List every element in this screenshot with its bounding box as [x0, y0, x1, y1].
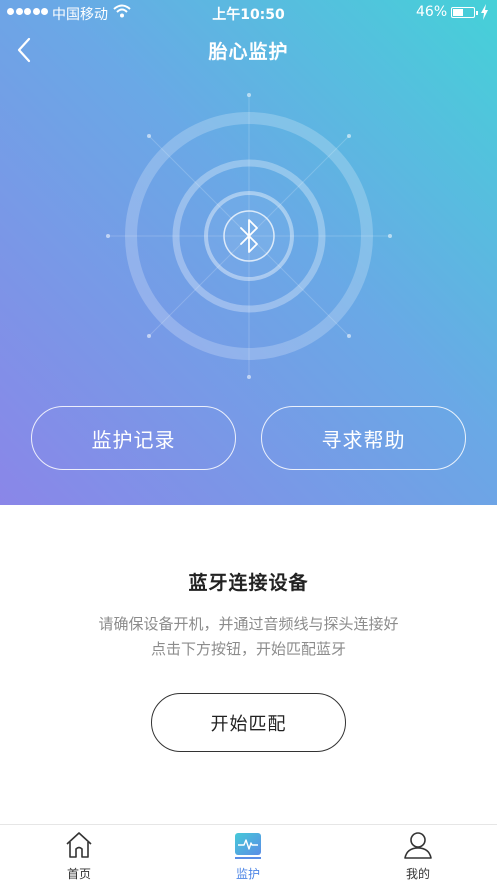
- home-icon: [66, 832, 92, 858]
- status-bar: 中国移动 上午10:50 46%: [0, 0, 497, 26]
- monitor-records-button[interactable]: 监护记录: [31, 406, 236, 470]
- tab-home-label: 首页: [66, 867, 91, 881]
- connect-desc-line1: 请确保设备开机，并通过音频线与探头连接好: [98, 615, 399, 633]
- connect-desc-line2: 点击下方按钮，开始匹配蓝牙: [150, 640, 346, 658]
- battery-percent: 46%: [416, 4, 448, 20]
- hero-panel: 中国移动 上午10:50 46% 胎心监护 监护记录 寻求帮助: [0, 0, 497, 505]
- tab-monitor[interactable]: 监护: [198, 825, 298, 883]
- tab-monitor-label: 监护: [235, 867, 260, 881]
- tab-mine-label: 我的: [405, 867, 430, 881]
- bluetooth-radar: [106, 93, 392, 379]
- connect-title: 蓝牙连接设备: [188, 572, 309, 594]
- tab-mine[interactable]: 我的: [368, 825, 468, 883]
- charging-icon: [480, 4, 489, 24]
- seek-help-button[interactable]: 寻求帮助: [261, 406, 466, 470]
- tab-bar: 首页 监护 我的: [0, 824, 497, 883]
- connect-description: 请确保设备开机，并通过音频线与探头连接好 点击下方按钮，开始匹配蓝牙: [0, 612, 497, 662]
- battery-icon: [451, 7, 478, 18]
- page-title: 胎心监护: [208, 41, 289, 63]
- user-icon: [404, 832, 432, 859]
- tab-home[interactable]: 首页: [29, 825, 129, 883]
- heartbeat-icon: [235, 833, 261, 859]
- start-pairing-button[interactable]: 开始匹配: [151, 693, 346, 752]
